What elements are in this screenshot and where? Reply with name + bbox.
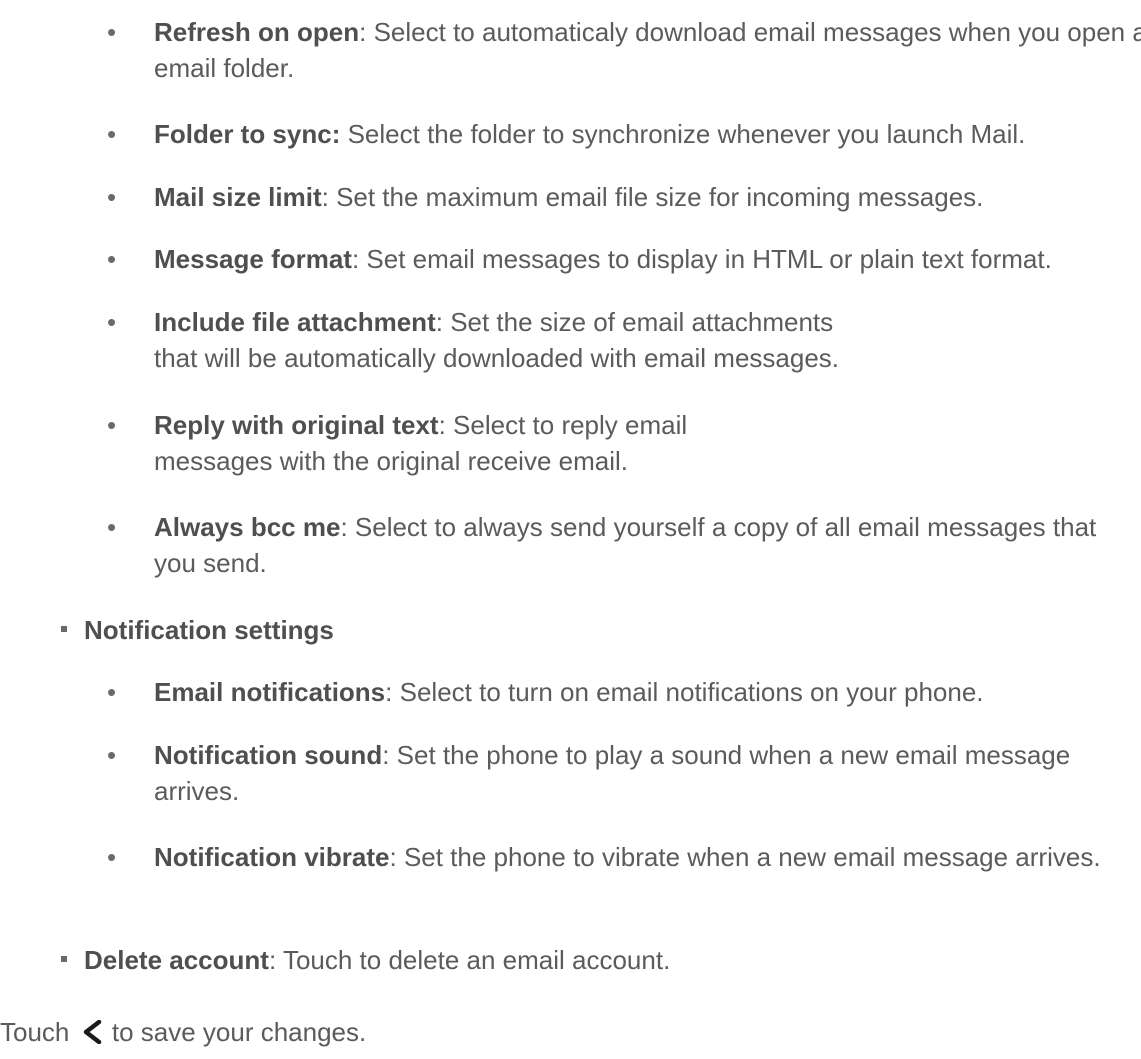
bullet-dot: •: [107, 740, 117, 770]
setting-description: Touch to delete an email account.: [282, 945, 671, 975]
setting-description: Select to turn on email notifications on…: [399, 677, 984, 707]
setting-term: Reply with original text: [154, 410, 439, 440]
setting-term: Delete account: [84, 945, 269, 975]
bullet-dot: •: [107, 17, 117, 47]
instruction-text-before: Touch: [0, 1017, 70, 1047]
setting-term: Mail size limit: [154, 182, 322, 212]
setting-term: Folder to sync:: [154, 119, 341, 149]
setting-term: Notification vibrate: [154, 842, 390, 872]
setting-term: Always bcc me: [154, 512, 341, 542]
setting-term: Email notifications: [154, 677, 386, 707]
bullet-dot: •: [107, 307, 117, 337]
setting-description: Set email messages to display in HTML or…: [366, 244, 1052, 274]
bullet-dot: •: [107, 182, 117, 212]
bullet-dot: •: [107, 119, 117, 149]
bullet-dot: •: [107, 677, 117, 707]
setting-term: Message format: [154, 244, 352, 274]
setting-description: Set the phone to vibrate when a new emai…: [403, 842, 1101, 872]
bullet-dot: •: [107, 410, 117, 440]
instruction-text-after: to save your changes.: [111, 1017, 367, 1047]
back-chevron-icon: [81, 1017, 103, 1045]
setting-term: Refresh on open: [154, 17, 360, 47]
setting-term: Include file attachment: [154, 307, 436, 337]
bullet-dot: •: [107, 512, 117, 542]
section-heading: Notification settings: [84, 615, 334, 645]
setting-description: Set the maximum email file size for inco…: [336, 182, 984, 212]
square-bullet: [61, 612, 71, 632]
bullet-dot: •: [107, 842, 117, 872]
setting-term: Notification sound: [154, 740, 383, 770]
bullet-dot: •: [107, 244, 117, 274]
square-bullet: [61, 942, 71, 962]
setting-description: Select the folder to synchronize wheneve…: [347, 119, 1026, 149]
save-instruction: Touch to save your changes.: [0, 1014, 1000, 1050]
